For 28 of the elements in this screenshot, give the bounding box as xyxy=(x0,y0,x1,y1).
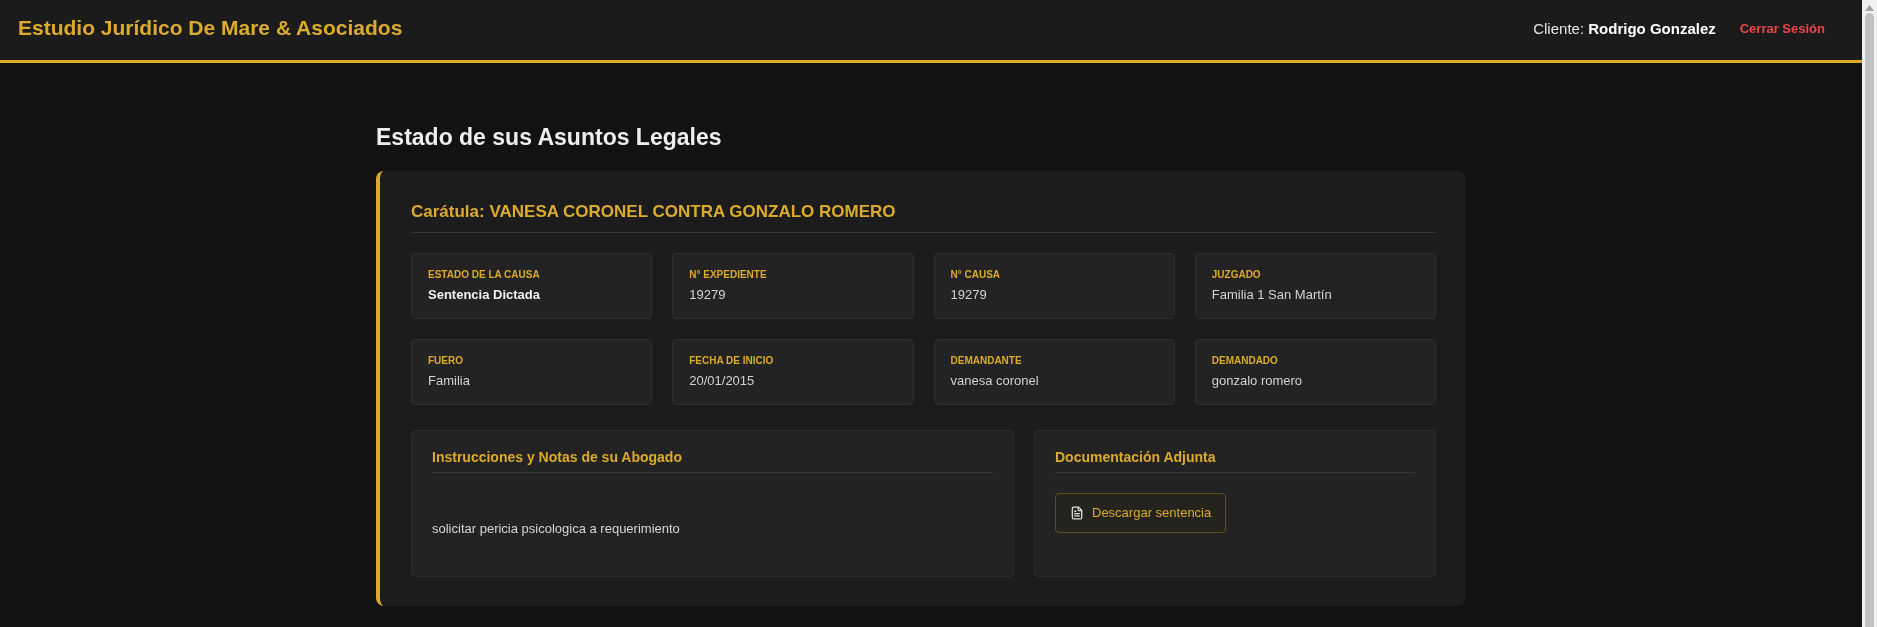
field-label: N° EXPEDIENTE xyxy=(689,269,767,281)
field-value: vanesa coronel xyxy=(950,373,1039,389)
field-value: gonzalo romero xyxy=(1211,373,1303,389)
field-value: Familia xyxy=(428,373,470,389)
field-value: 20/01/2015 xyxy=(689,373,755,389)
field-value: 19279 xyxy=(950,287,987,303)
case-title: Carátula: VANESA CORONEL CONTRA GONZALO ROMERO xyxy=(411,202,896,222)
firm-name: Estudio Jurídico De Mare & Asociados xyxy=(18,16,403,40)
page-heading: Estado de sus Asuntos Legales xyxy=(376,123,722,151)
scrollbar-thumb[interactable] xyxy=(1865,13,1874,627)
field-value: Sentencia Dictada xyxy=(428,287,540,303)
field-label: FECHA DE INICIO xyxy=(689,355,774,367)
field-label: DEMANDADO xyxy=(1211,355,1278,367)
document-icon xyxy=(1070,506,1084,520)
field-label: DEMANDANTE xyxy=(950,355,1022,367)
client-name: Cliente: Rodrigo Gonzalez xyxy=(1533,19,1716,37)
notes-text: solicitar pericia psicologica a requerimiento xyxy=(432,521,680,537)
logout-link[interactable]: Cerrar Sesión xyxy=(1739,20,1825,36)
field-value: 19279 xyxy=(689,287,726,303)
field-label: N° CAUSA xyxy=(950,269,1001,281)
panel-heading: Documentación Adjunta xyxy=(1055,449,1216,466)
field-label: FUERO xyxy=(428,355,463,367)
scroll-up-arrow-icon[interactable] xyxy=(1865,5,1874,11)
panel-heading: Instrucciones y Notas de su Abogado xyxy=(432,449,682,466)
field-label: ESTADO DE LA CAUSA xyxy=(428,269,540,281)
field-label: JUZGADO xyxy=(1211,269,1261,281)
download-button[interactable]: Descargar sentencia xyxy=(1055,493,1227,533)
field-value: Familia 1 San Martín xyxy=(1211,287,1332,303)
